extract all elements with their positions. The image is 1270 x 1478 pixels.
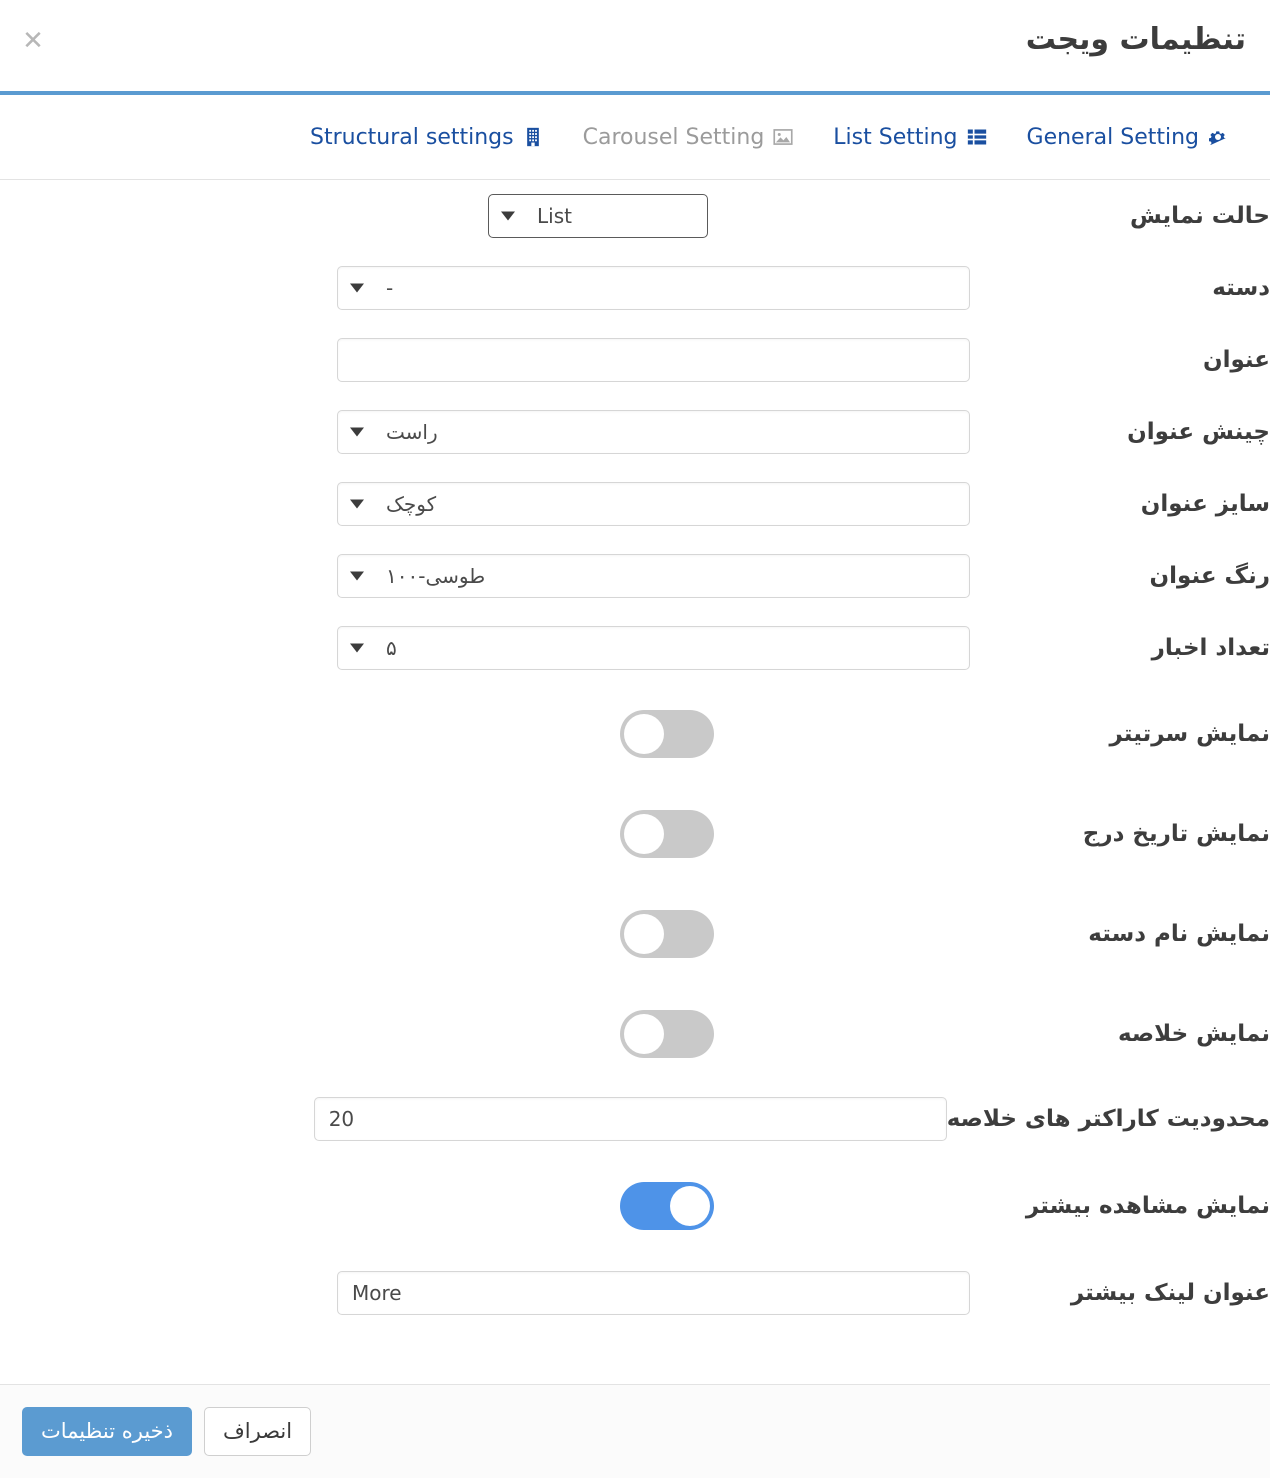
field-label-show-summary: نمایش خلاصه [1117, 1021, 1270, 1047]
settings-form: حالت نمایش List دسته - عنوان چینش عنوان … [0, 180, 1270, 1384]
tab-list-setting[interactable]: List Setting [813, 119, 1006, 156]
title-align-value: راست [386, 420, 438, 444]
tab-structural-settings[interactable]: Structural settings [290, 119, 563, 156]
more-link-title-input[interactable]: More [337, 1271, 970, 1315]
toggle-knob [624, 814, 664, 854]
field-label-summary-char-limit: محدودیت کاراکتر های خلاصه [946, 1106, 1270, 1132]
settings-tabbar: General Setting List Setting Carousel Se… [0, 95, 1270, 180]
field-label-title-align: چینش عنوان [1127, 419, 1270, 445]
field-row-title: عنوان [0, 324, 1270, 396]
title-size-value: کوچک [386, 492, 437, 516]
show-headline-toggle[interactable] [620, 710, 714, 758]
title-input[interactable] [337, 338, 970, 382]
tab-label: Carousel Setting [582, 124, 765, 150]
close-icon[interactable]: ✕ [18, 26, 48, 56]
tab-label: List Setting [833, 124, 958, 150]
field-label-more-link-title: عنوان لینک بیشتر [1070, 1280, 1270, 1306]
tab-label: Structural settings [310, 124, 514, 150]
show-summary-toggle[interactable] [620, 1010, 714, 1058]
show-category-name-toggle[interactable] [620, 910, 714, 958]
toggle-knob [670, 1185, 710, 1226]
field-row-news-count: تعداد اخبار ۵ [0, 612, 1270, 684]
modal-footer: انصراف ذخیره تنظیمات [0, 1384, 1270, 1478]
field-row-title-color: رنگ عنوان طوسی-۱۰۰ [0, 540, 1270, 612]
building-icon [523, 127, 543, 147]
title-color-value: طوسی-۱۰۰ [386, 564, 486, 588]
more-link-title-value: More [352, 1281, 402, 1305]
field-row-title-size: سایز عنوان کوچک [0, 468, 1270, 540]
list-icon [967, 127, 987, 147]
page-title: تنظیمات ویجت [1025, 22, 1246, 57]
field-label-title-size: سایز عنوان [1140, 491, 1270, 517]
toggle-knob [624, 914, 664, 954]
chevron-down-icon [350, 283, 364, 293]
widget-settings-modal: تنظیمات ویجت ✕ General Setting List Sett… [0, 0, 1270, 1478]
field-label-title-color: رنگ عنوان [1149, 563, 1270, 589]
toggle-knob [624, 1014, 664, 1054]
display-mode-select[interactable]: List [488, 194, 708, 238]
news-count-select[interactable]: ۵ [337, 626, 970, 670]
field-row-show-headline: نمایش سرتیتر [0, 684, 1270, 784]
tab-general-setting[interactable]: General Setting [1007, 119, 1248, 156]
tab-label: General Setting [1026, 124, 1199, 150]
image-icon [773, 127, 793, 147]
field-label-show-headline: نمایش سرتیتر [1109, 721, 1270, 747]
field-label-show-category-name: نمایش نام دسته [1088, 921, 1270, 947]
chevron-down-icon [350, 571, 364, 581]
field-row-display-mode: حالت نمایش List [0, 180, 1270, 252]
chevron-down-icon [350, 499, 364, 509]
tab-carousel-setting[interactable]: Carousel Setting [563, 119, 814, 156]
chevron-down-icon [350, 427, 364, 437]
field-label-category: دسته [1212, 275, 1270, 301]
field-row-show-summary: نمایش خلاصه [0, 984, 1270, 1084]
field-label-display-mode: حالت نمایش [1129, 203, 1270, 229]
show-more-toggle[interactable] [620, 1181, 714, 1230]
field-label-title: عنوان [1202, 347, 1270, 373]
chevron-down-icon [350, 643, 364, 653]
field-row-show-publish-date: نمایش تاریخ درج [0, 784, 1270, 884]
field-label-news-count: تعداد اخبار [1151, 635, 1270, 661]
field-label-show-more: نمایش مشاهده بیشتر [1025, 1192, 1270, 1219]
field-row-more-link-title: عنوان لینک بیشتر More [0, 1257, 1270, 1329]
field-row-show-category-name: نمایش نام دسته [0, 884, 1270, 984]
field-label-show-publish-date: نمایش تاریخ درج [1082, 821, 1270, 847]
title-size-select[interactable]: کوچک [337, 482, 970, 526]
modal-header: تنظیمات ویجت ✕ [0, 0, 1270, 95]
field-row-show-more: نمایش مشاهده بیشتر [0, 1154, 1270, 1257]
gear-icon [1208, 127, 1228, 147]
chevron-down-icon [501, 211, 515, 221]
summary-char-limit-value: 20 [328, 1107, 355, 1131]
field-row-category: دسته - [0, 252, 1270, 324]
show-publish-date-toggle[interactable] [620, 810, 714, 858]
title-color-select[interactable]: طوسی-۱۰۰ [337, 554, 970, 598]
field-row-summary-char-limit: محدودیت کاراکتر های خلاصه 20 [0, 1084, 1270, 1154]
field-row-title-align: چینش عنوان راست [0, 396, 1270, 468]
save-button[interactable]: ذخیره تنظیمات [22, 1407, 192, 1456]
summary-char-limit-input[interactable]: 20 [313, 1097, 947, 1141]
toggle-knob [624, 714, 664, 754]
cancel-button[interactable]: انصراف [204, 1407, 312, 1456]
category-select[interactable]: - [337, 266, 970, 310]
title-align-select[interactable]: راست [337, 410, 970, 454]
